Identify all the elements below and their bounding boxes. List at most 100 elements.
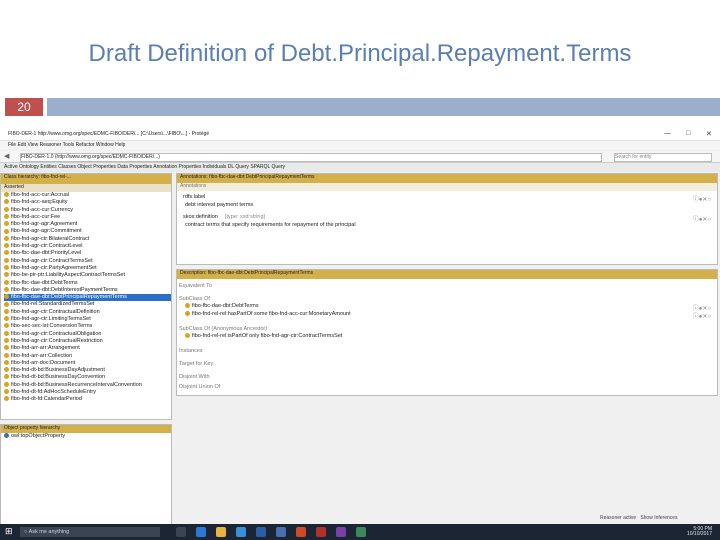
tree-item[interactable]: fibo-fnd-dt-bd:BusinessDayAdjustment xyxy=(4,367,171,374)
tree-item[interactable]: fibo-fnd-agr-ctr:ContractualRestriction xyxy=(4,338,171,345)
onenote-icon[interactable] xyxy=(336,527,346,537)
tree-item-label: owl:topObjectProperty xyxy=(11,433,66,439)
tree-item-label: fibo-fbc-dae-dbt:DebtPrincipalRepaymentT… xyxy=(11,294,127,301)
tree-item[interactable]: fibo-fnd-arr-arr:Arrangement xyxy=(4,345,171,352)
class-icon xyxy=(4,213,9,219)
tree-item[interactable]: fibo-fnd-acc-aeq:Equity xyxy=(4,199,171,206)
subclass-item-2[interactable]: fibo-fnd-rel-rel:hasPartOf some fibo-fnd… xyxy=(185,311,351,318)
tree-item[interactable]: fibo-fnd-agr-ctr:ContractualDefinition xyxy=(4,309,171,316)
file-explorer-icon[interactable] xyxy=(216,527,226,537)
system-clock[interactable]: 5:00 PM 10/10/2017 xyxy=(687,527,712,537)
class-icon xyxy=(4,228,9,234)
description-panel: Description: fibo-fbc-dae-dbt:DebtPrinci… xyxy=(176,269,718,396)
taskbar-search[interactable]: ○ Ask me anything xyxy=(20,527,160,537)
minimize-icon[interactable]: — xyxy=(664,130,671,137)
target-for-key-section[interactable]: Target for Key xyxy=(179,361,213,368)
tree-item[interactable]: fibo-fnd-arr-doc:Document xyxy=(4,360,171,367)
word-icon[interactable] xyxy=(276,527,286,537)
tree-item-label: fibo-fbc-dae-dbt:PriorityLevel xyxy=(11,250,82,257)
subclass-anonymous-section: SubClass Of (Anonymous Ancestor) xyxy=(179,326,268,332)
tree-item[interactable]: fibo-fnd-dt-bd:BusinessDayConvention xyxy=(4,374,171,381)
tree-item[interactable]: fibo-fnd-dt-bd:BusinessRecurrenceInterva… xyxy=(4,382,171,389)
tree-item[interactable]: fibo-fnd-agr-agr:Agreement xyxy=(4,221,171,228)
tree-item-label: fibo-fnd-agr-ctr:ContractualRestriction xyxy=(11,337,103,344)
back-icon[interactable]: ◀ xyxy=(4,152,9,160)
subclass-anon-item[interactable]: fibo-fnd-rel-rel:isPartOf only fibo-fnd-… xyxy=(185,333,342,340)
tree-item[interactable]: fibo-fnd-agr-ctr:LimitingTermsSet xyxy=(4,316,171,323)
subclass-item-1[interactable]: fibo-fbc-dae-dbt:DebtTerms xyxy=(185,303,259,310)
class-icon xyxy=(4,359,9,365)
class-icon xyxy=(185,311,190,317)
task-view-icon[interactable] xyxy=(176,527,186,537)
class-icon xyxy=(4,433,9,439)
outlook-icon[interactable] xyxy=(256,527,266,537)
tree-item-label: fibo-fnd-acc-cur:Accrual xyxy=(11,192,70,198)
store-icon[interactable] xyxy=(236,527,246,537)
class-icon xyxy=(4,192,9,198)
class-icon xyxy=(4,367,9,373)
tree-item[interactable]: fibo-fnd-acc-cur:Currency xyxy=(4,207,171,214)
address-bar: ◀ FIBO-DER-1.0 (http://www.omg.org/spec/… xyxy=(0,151,720,163)
annotations-header: Annotations: fibo-fbc-dae-dbt:DebtPrinci… xyxy=(177,174,717,183)
tree-item[interactable]: fibo-fnd-dt-fd:AdHocScheduleEntry xyxy=(4,389,171,396)
class-icon xyxy=(4,265,9,271)
class-hierarchy-header: Class hierarchy: fibo-fnd-rel-... xyxy=(1,174,171,184)
tree-item[interactable]: fibo-fnd-agr-ctr:ContractLevel xyxy=(4,243,171,250)
disjoint-with-section[interactable]: Disjoint With xyxy=(179,374,210,381)
status-bar: Reasoner active Show Inferences xyxy=(600,515,720,523)
tree-item[interactable]: fibo-fnd-agr-agr:Commitment xyxy=(4,228,171,235)
tree-item[interactable]: fibo-fbc-dae-dbt:DebtTerms xyxy=(4,280,171,287)
tree-item[interactable]: fibo-fnd-arr-arr:Collection xyxy=(4,353,171,360)
ontology-address-field[interactable]: FIBO-DER-1.0 (http://www.omg.org/spec/ED… xyxy=(20,153,602,162)
class-icon xyxy=(4,389,9,395)
tree-item[interactable]: fibo-fnd-agr-ctr:BilateralContract xyxy=(4,236,171,243)
clock-date: 10/10/2017 xyxy=(686,531,712,537)
disjoint-union-section[interactable]: Disjoint Union Of xyxy=(179,384,220,391)
tree-item-label: fibo-fnd-rel:StandardizedTermsSet xyxy=(11,301,95,308)
menu-bar: File Edit View Reasoner Tools Refactor W… xyxy=(0,141,720,150)
app-icon[interactable] xyxy=(316,527,326,537)
menu-items[interactable]: File Edit View Reasoner Tools Refactor W… xyxy=(8,142,125,149)
class-icon xyxy=(4,294,9,300)
show-inferences-checkbox[interactable]: Show Inferences xyxy=(640,515,677,521)
instances-section[interactable]: Instances xyxy=(179,348,203,355)
protege-icon[interactable] xyxy=(356,527,366,537)
maximize-icon[interactable]: □ xyxy=(686,130,690,137)
subclass-of-section[interactable]: SubClass Of xyxy=(179,296,210,303)
tree-item[interactable]: fibo-fnd-acc-cur:Fee xyxy=(4,214,171,221)
equivalent-to-section[interactable]: Equivalent To xyxy=(179,283,212,290)
window-title: FIBO-DER-1 http://www.omg.org/spec/EDMC-… xyxy=(8,131,210,137)
tree-item[interactable]: fibo-be-ptr-ptr:LiabilityAspectContractT… xyxy=(4,272,171,279)
slide-number: 20 xyxy=(5,98,43,116)
tree-item[interactable]: fibo-fnd-dt-fd:CalendarPeriod xyxy=(4,396,171,403)
subclass-edit-icons[interactable]: ⓘ●✕○ xyxy=(693,311,711,320)
tree-item[interactable]: fibo-fnd-agr-ctr:PartyAgreementSet xyxy=(4,265,171,272)
tree-item-label: fibo-fnd-arr-doc:Document xyxy=(11,359,76,366)
tree-item[interactable]: fibo-fnd-agr-ctr:ContractualObligation xyxy=(4,331,171,338)
tree-item[interactable]: fibo-fnd-acc-cur:Accrual xyxy=(4,192,171,199)
windows-start-icon[interactable]: ⊞ xyxy=(5,526,13,537)
definition-value[interactable]: contract terms that specify requirements… xyxy=(185,222,356,229)
edge-icon[interactable] xyxy=(196,527,206,537)
powerpoint-icon[interactable] xyxy=(296,527,306,537)
tab-list[interactable]: Active Ontology Entities Classes Object … xyxy=(4,164,285,171)
tree-item-label: fibo-fnd-acc-aeq:Equity xyxy=(11,199,68,206)
label-value[interactable]: debt interest payment terms xyxy=(185,202,253,209)
close-icon[interactable]: ✕ xyxy=(706,130,712,138)
tree-item[interactable]: fibo-fnd-agr-ctr:ContractTermsSet xyxy=(4,258,171,265)
subclass-item-label: fibo-fnd-rel-rel:hasPartOf some fibo-fnd… xyxy=(192,311,351,317)
tree-item[interactable]: fibo-fbc-dae-dbt:DebtPrincipalRepaymentT… xyxy=(4,294,171,302)
tree-item-label: fibo-fbc-dae-dbt:DebtTerms xyxy=(11,279,78,286)
tree-item-label: fibo-be-ptr-ptr:LiabilityAspectContractT… xyxy=(11,272,126,279)
class-icon xyxy=(4,345,9,351)
tree-item[interactable]: owl:topObjectProperty xyxy=(1,433,171,440)
tree-item[interactable]: fibo-fbc-dae-dbt:DebtInterestPaymentTerm… xyxy=(4,287,171,294)
tree-item[interactable]: fibo-fbc-dae-dbt:PriorityLevel xyxy=(4,250,171,257)
definition-edit-icons[interactable]: ⓘ●✕○ xyxy=(693,214,711,223)
tree-item[interactable]: fibo-fnd-rel:StandardizedTermsSet xyxy=(4,301,171,308)
class-hierarchy-panel: Class hierarchy: fibo-fnd-rel-... Assert… xyxy=(0,173,172,420)
annotation-edit-icons[interactable]: ⓘ●✕○ xyxy=(693,194,711,203)
tree-item[interactable]: fibo-sec-sec-ist:ConversionTerms xyxy=(4,323,171,330)
search-input[interactable]: Search for entity xyxy=(614,153,712,162)
tree-item-label: fibo-fnd-agr-ctr:ContractLevel xyxy=(11,243,83,250)
